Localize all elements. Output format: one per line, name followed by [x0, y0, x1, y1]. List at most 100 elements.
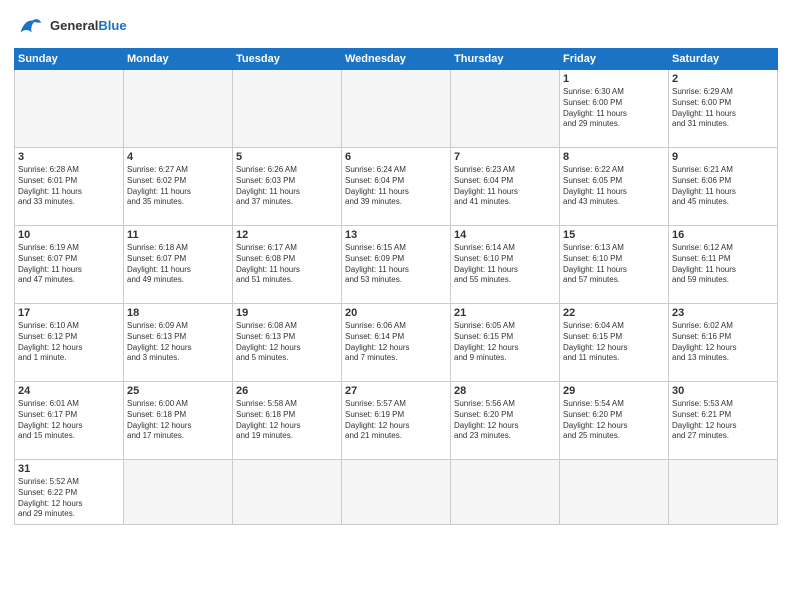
calendar-cell: 8Sunrise: 6:22 AM Sunset: 6:05 PM Daylig…	[560, 148, 669, 226]
calendar-cell: 5 Sunrise: 6:26 AM Sunset: 6:03 PM Daylig…	[233, 148, 342, 226]
calendar-cell: 9 Sunrise: 6:21 AM Sunset: 6:06 PM Daylig…	[669, 148, 778, 226]
calendar-cell: 29Sunrise: 5:54 AM Sunset: 6:20 PM Dayli…	[560, 382, 669, 460]
calendar-cell: 27 Sunrise: 5:57 AM Sunset: 6:19 PM Dayli…	[342, 382, 451, 460]
day-info: Sunrise: 5:53 AM Sunset: 6:21 PM Dayligh…	[672, 399, 774, 442]
weekday-header: Sunday	[15, 49, 124, 70]
calendar-row: 17 Sunrise: 6:10 AM Sunset: 6:12 PM Dayli…	[15, 304, 778, 382]
calendar-cell: 24 Sunrise: 6:01 AM Sunset: 6:17 PM Dayli…	[15, 382, 124, 460]
calendar-cell: 26 Sunrise: 5:58 AM Sunset: 6:18 PM Dayli…	[233, 382, 342, 460]
day-number: 26	[236, 385, 338, 397]
header-row: SundayMondayTuesdayWednesdayThursdayFrid…	[15, 49, 778, 70]
calendar-row: 1 Sunrise: 6:30 AM Sunset: 6:00 PM Daylig…	[15, 70, 778, 148]
calendar-cell: 6 Sunrise: 6:24 AM Sunset: 6:04 PM Daylig…	[342, 148, 451, 226]
calendar-cell	[233, 460, 342, 525]
day-info: Sunrise: 6:02 AM Sunset: 6:16 PM Dayligh…	[672, 321, 774, 364]
day-number: 30	[672, 385, 774, 397]
day-info: Sunrise: 6:09 AM Sunset: 6:13 PM Dayligh…	[127, 321, 229, 364]
calendar-cell	[15, 70, 124, 148]
day-info: Sunrise: 5:58 AM Sunset: 6:18 PM Dayligh…	[236, 399, 338, 442]
day-info: Sunrise: 6:14 AM Sunset: 6:10 PM Dayligh…	[454, 243, 556, 286]
logo-text: GeneralBlue	[50, 19, 127, 34]
day-info: Sunrise: 6:01 AM Sunset: 6:17 PM Dayligh…	[18, 399, 120, 442]
calendar-cell: 31 Sunrise: 5:52 AM Sunset: 6:22 PM Dayli…	[15, 460, 124, 525]
day-number: 19	[236, 307, 338, 319]
calendar-cell: 28Sunrise: 5:56 AM Sunset: 6:20 PM Dayli…	[451, 382, 560, 460]
calendar-table: SundayMondayTuesdayWednesdayThursdayFrid…	[14, 48, 778, 525]
day-info: Sunrise: 6:26 AM Sunset: 6:03 PM Dayligh…	[236, 165, 338, 208]
day-info: Sunrise: 5:52 AM Sunset: 6:22 PM Dayligh…	[18, 477, 120, 520]
day-number: 24	[18, 385, 120, 397]
day-info: Sunrise: 5:57 AM Sunset: 6:19 PM Dayligh…	[345, 399, 447, 442]
weekday-header: Wednesday	[342, 49, 451, 70]
calendar-cell: 19Sunrise: 6:08 AM Sunset: 6:13 PM Dayli…	[233, 304, 342, 382]
day-number: 5	[236, 151, 338, 163]
day-info: Sunrise: 6:13 AM Sunset: 6:10 PM Dayligh…	[563, 243, 665, 286]
day-number: 6	[345, 151, 447, 163]
day-number: 17	[18, 307, 120, 319]
calendar-cell	[451, 460, 560, 525]
calendar-cell	[669, 460, 778, 525]
day-number: 16	[672, 229, 774, 241]
calendar-cell: 12 Sunrise: 6:17 AM Sunset: 6:08 PM Dayli…	[233, 226, 342, 304]
day-info: Sunrise: 6:00 AM Sunset: 6:18 PM Dayligh…	[127, 399, 229, 442]
calendar-cell: 18 Sunrise: 6:09 AM Sunset: 6:13 PM Dayli…	[124, 304, 233, 382]
day-info: Sunrise: 6:24 AM Sunset: 6:04 PM Dayligh…	[345, 165, 447, 208]
day-info: Sunrise: 6:04 AM Sunset: 6:15 PM Dayligh…	[563, 321, 665, 364]
day-info: Sunrise: 6:29 AM Sunset: 6:00 PM Dayligh…	[672, 87, 774, 130]
day-number: 18	[127, 307, 229, 319]
calendar-cell: 23 Sunrise: 6:02 AM Sunset: 6:16 PM Dayli…	[669, 304, 778, 382]
calendar-cell: 3Sunrise: 6:28 AM Sunset: 6:01 PM Daylig…	[15, 148, 124, 226]
day-number: 1	[563, 73, 665, 85]
calendar-cell	[560, 460, 669, 525]
day-number: 2	[672, 73, 774, 85]
page: GeneralBlue SundayMondayTuesdayWednesday…	[0, 0, 792, 612]
day-number: 21	[454, 307, 556, 319]
weekday-header: Friday	[560, 49, 669, 70]
calendar-row: 31 Sunrise: 5:52 AM Sunset: 6:22 PM Dayli…	[15, 460, 778, 525]
logo: GeneralBlue	[14, 10, 127, 42]
calendar-cell: 10Sunrise: 6:19 AM Sunset: 6:07 PM Dayli…	[15, 226, 124, 304]
calendar-cell	[342, 70, 451, 148]
day-number: 10	[18, 229, 120, 241]
calendar-header: SundayMondayTuesdayWednesdayThursdayFrid…	[15, 49, 778, 70]
calendar-cell: 13 Sunrise: 6:15 AM Sunset: 6:09 PM Dayli…	[342, 226, 451, 304]
day-info: Sunrise: 6:21 AM Sunset: 6:06 PM Dayligh…	[672, 165, 774, 208]
day-number: 9	[672, 151, 774, 163]
day-info: Sunrise: 6:23 AM Sunset: 6:04 PM Dayligh…	[454, 165, 556, 208]
day-number: 27	[345, 385, 447, 397]
day-info: Sunrise: 6:10 AM Sunset: 6:12 PM Dayligh…	[18, 321, 120, 364]
calendar-cell: 14Sunrise: 6:14 AM Sunset: 6:10 PM Dayli…	[451, 226, 560, 304]
calendar-cell: 17 Sunrise: 6:10 AM Sunset: 6:12 PM Dayli…	[15, 304, 124, 382]
weekday-header: Tuesday	[233, 49, 342, 70]
calendar-body: 1 Sunrise: 6:30 AM Sunset: 6:00 PM Daylig…	[15, 70, 778, 525]
day-info: Sunrise: 6:17 AM Sunset: 6:08 PM Dayligh…	[236, 243, 338, 286]
calendar-cell: 20Sunrise: 6:06 AM Sunset: 6:14 PM Dayli…	[342, 304, 451, 382]
day-number: 23	[672, 307, 774, 319]
day-info: Sunrise: 6:15 AM Sunset: 6:09 PM Dayligh…	[345, 243, 447, 286]
calendar-cell: 30 Sunrise: 5:53 AM Sunset: 6:21 PM Dayli…	[669, 382, 778, 460]
day-number: 31	[18, 463, 120, 475]
header: GeneralBlue	[14, 10, 778, 42]
day-number: 25	[127, 385, 229, 397]
day-number: 7	[454, 151, 556, 163]
day-info: Sunrise: 5:54 AM Sunset: 6:20 PM Dayligh…	[563, 399, 665, 442]
calendar-cell: 11Sunrise: 6:18 AM Sunset: 6:07 PM Dayli…	[124, 226, 233, 304]
day-info: Sunrise: 6:30 AM Sunset: 6:00 PM Dayligh…	[563, 87, 665, 130]
calendar-cell: 25 Sunrise: 6:00 AM Sunset: 6:18 PM Dayli…	[124, 382, 233, 460]
calendar-cell: 1 Sunrise: 6:30 AM Sunset: 6:00 PM Daylig…	[560, 70, 669, 148]
day-info: Sunrise: 6:22 AM Sunset: 6:05 PM Dayligh…	[563, 165, 665, 208]
day-number: 28	[454, 385, 556, 397]
calendar-cell: 15Sunrise: 6:13 AM Sunset: 6:10 PM Dayli…	[560, 226, 669, 304]
weekday-header: Monday	[124, 49, 233, 70]
day-number: 13	[345, 229, 447, 241]
calendar-cell: 16Sunrise: 6:12 AM Sunset: 6:11 PM Dayli…	[669, 226, 778, 304]
calendar-cell: 2 Sunrise: 6:29 AM Sunset: 6:00 PM Daylig…	[669, 70, 778, 148]
calendar-cell: 4Sunrise: 6:27 AM Sunset: 6:02 PM Daylig…	[124, 148, 233, 226]
weekday-header: Thursday	[451, 49, 560, 70]
calendar-cell	[451, 70, 560, 148]
day-number: 4	[127, 151, 229, 163]
logo-icon	[14, 10, 46, 42]
calendar-cell	[124, 460, 233, 525]
weekday-header: Saturday	[669, 49, 778, 70]
day-number: 12	[236, 229, 338, 241]
